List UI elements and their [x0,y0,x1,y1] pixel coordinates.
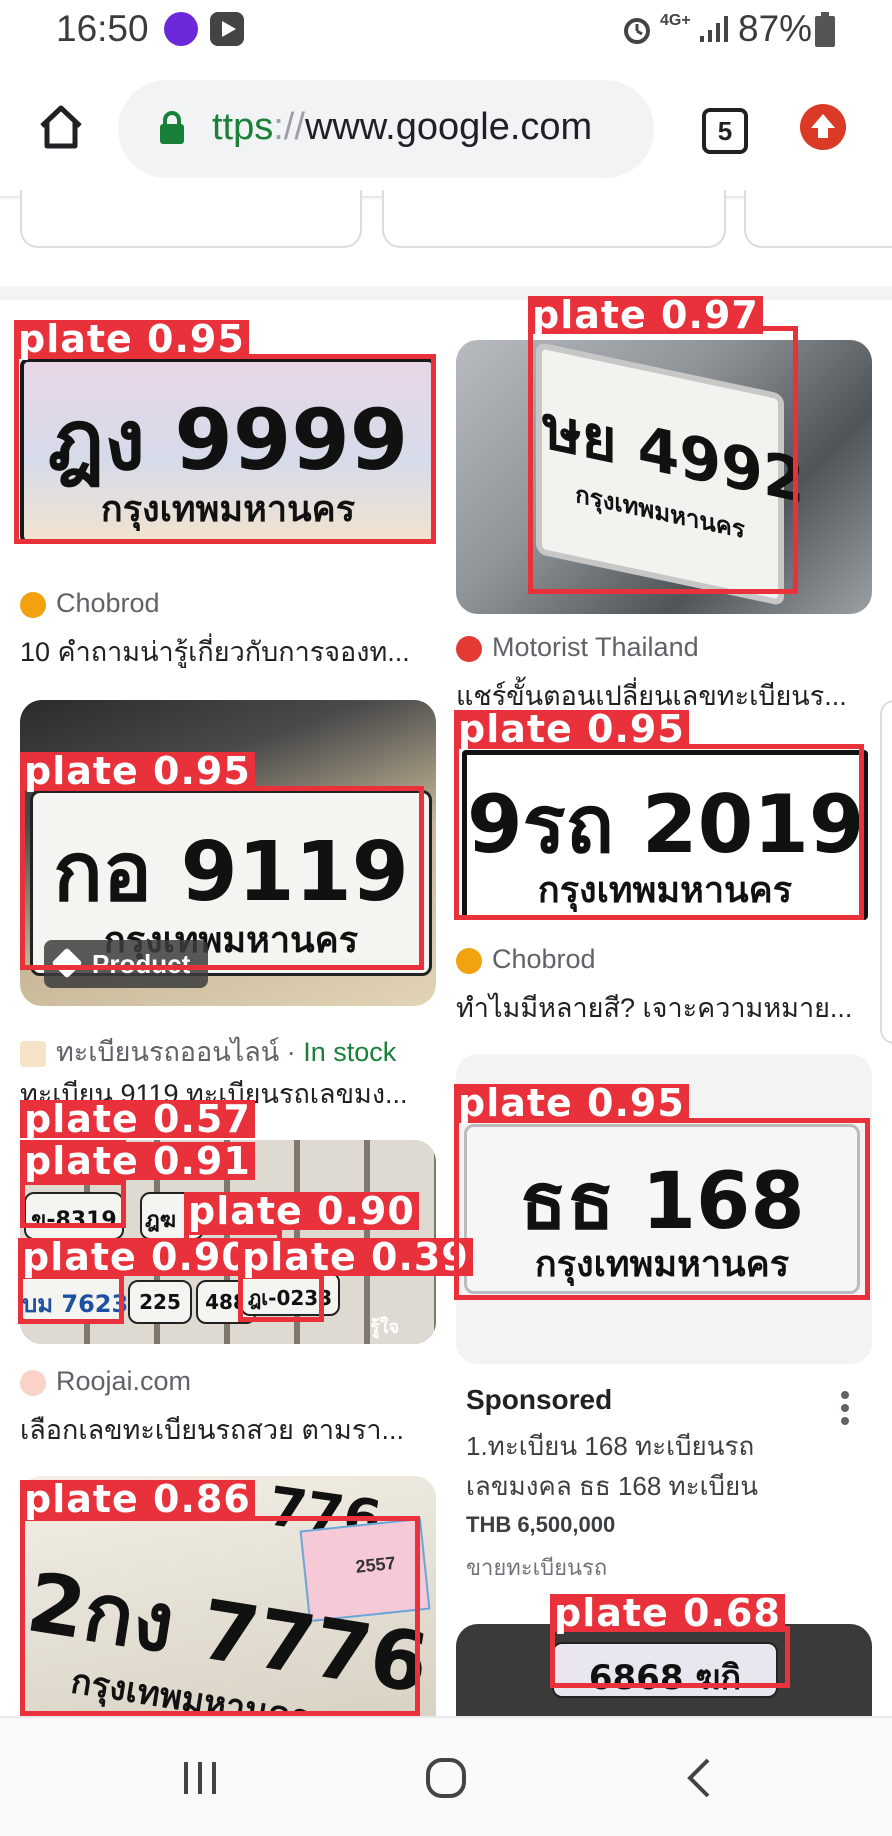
detection-label: plate 0.95 [14,320,249,358]
detection-label: plate 0.91 [20,1142,255,1180]
detection-label: plate 0.95 [454,1084,689,1122]
result-title[interactable]: 10 คำถามน่ารู้เกี่ยวกับการจองท... [20,630,420,673]
filter-chip[interactable] [382,190,726,248]
address-bar[interactable]: ttps://www.google.com [118,80,654,178]
detection-box [550,1626,790,1688]
detection-label: plate 0.86 [20,1480,255,1518]
sponsored-title[interactable]: 1.ทะเบียน 168 ทะเบียนรถ เลขมงคล ธธ 168 ท… [466,1426,758,1506]
detection-label: plate 0.97 [528,296,763,334]
alarm-icon [620,12,654,46]
detection-label: plate 0.68 [550,1594,785,1632]
sponsored-label: Sponsored [466,1384,613,1415]
lock-icon [158,110,186,146]
signal-icon [698,14,730,44]
battery-icon [814,12,836,48]
chobrod-favicon [456,947,482,974]
watermark: รู้ใจ [370,1317,400,1337]
home-icon[interactable] [36,102,86,152]
network-type: 4G+ [660,12,691,29]
detection-box [454,1118,870,1300]
update-icon[interactable] [800,104,846,150]
screen-recorder-icon [210,12,244,46]
lazada-app-icon [164,12,198,46]
result-source[interactable]: Roojai.com [20,1366,191,1397]
result-title[interactable]: ทำไมมีหลายสี? เจาะความหมาย... [456,986,856,1029]
more-options-icon[interactable] [840,1390,850,1426]
detection-label: plate 0.90 [18,1238,253,1276]
stock-status: In stock [303,1037,397,1067]
roojai-favicon [20,1369,46,1396]
detection-box [238,1274,324,1322]
result-title[interactable]: เลือกเลขทะเบียนรถสวย ตามรา... [20,1408,420,1451]
system-nav-bar [0,1716,892,1836]
detection-box [20,786,424,970]
result-source[interactable]: Chobrod [456,944,596,975]
filter-chip[interactable] [744,190,892,248]
result-source[interactable]: Chobrod [20,588,160,619]
detection-label: plate 0.57 [20,1100,255,1138]
detection-box [528,326,798,594]
plate-item: 225 [128,1280,192,1324]
status-time: 16:50 [56,8,149,49]
recent-apps-icon[interactable] [180,1758,220,1798]
status-bar: 16:50 4G+ 87% [0,0,892,62]
detection-label: plate 0.39 [238,1238,473,1276]
tab-switcher-button[interactable]: 5 [702,108,748,154]
result-source[interactable]: ทะเบียนรถออนไลน์ · In stock [20,1030,396,1073]
detection-label: plate 0.90 [184,1192,419,1230]
motorist-favicon [456,635,482,662]
site-favicon [20,1040,46,1067]
result-source[interactable]: Motorist Thailand [456,632,699,663]
detection-box [454,744,864,920]
url-text: ttps://www.google.com [212,106,593,148]
detection-box [20,1180,126,1228]
scroll-edge [880,700,892,1044]
detection-box [14,354,436,544]
sponsored-price: THB 6,500,000 [466,1512,616,1537]
battery-percent: 87% [738,8,813,49]
detection-label: plate 0.95 [20,752,255,790]
home-circle-icon[interactable] [424,1756,468,1800]
sponsored-seller: ขายทะเบียนรถ [466,1555,608,1580]
chobrod-favicon [20,591,46,618]
filter-chip[interactable] [20,190,362,248]
detection-box [20,1516,420,1716]
detection-box [18,1274,124,1324]
back-icon[interactable] [680,1756,720,1800]
detection-label: plate 0.95 [454,710,689,748]
browser-toolbar: ttps://www.google.com 5 [0,62,892,198]
